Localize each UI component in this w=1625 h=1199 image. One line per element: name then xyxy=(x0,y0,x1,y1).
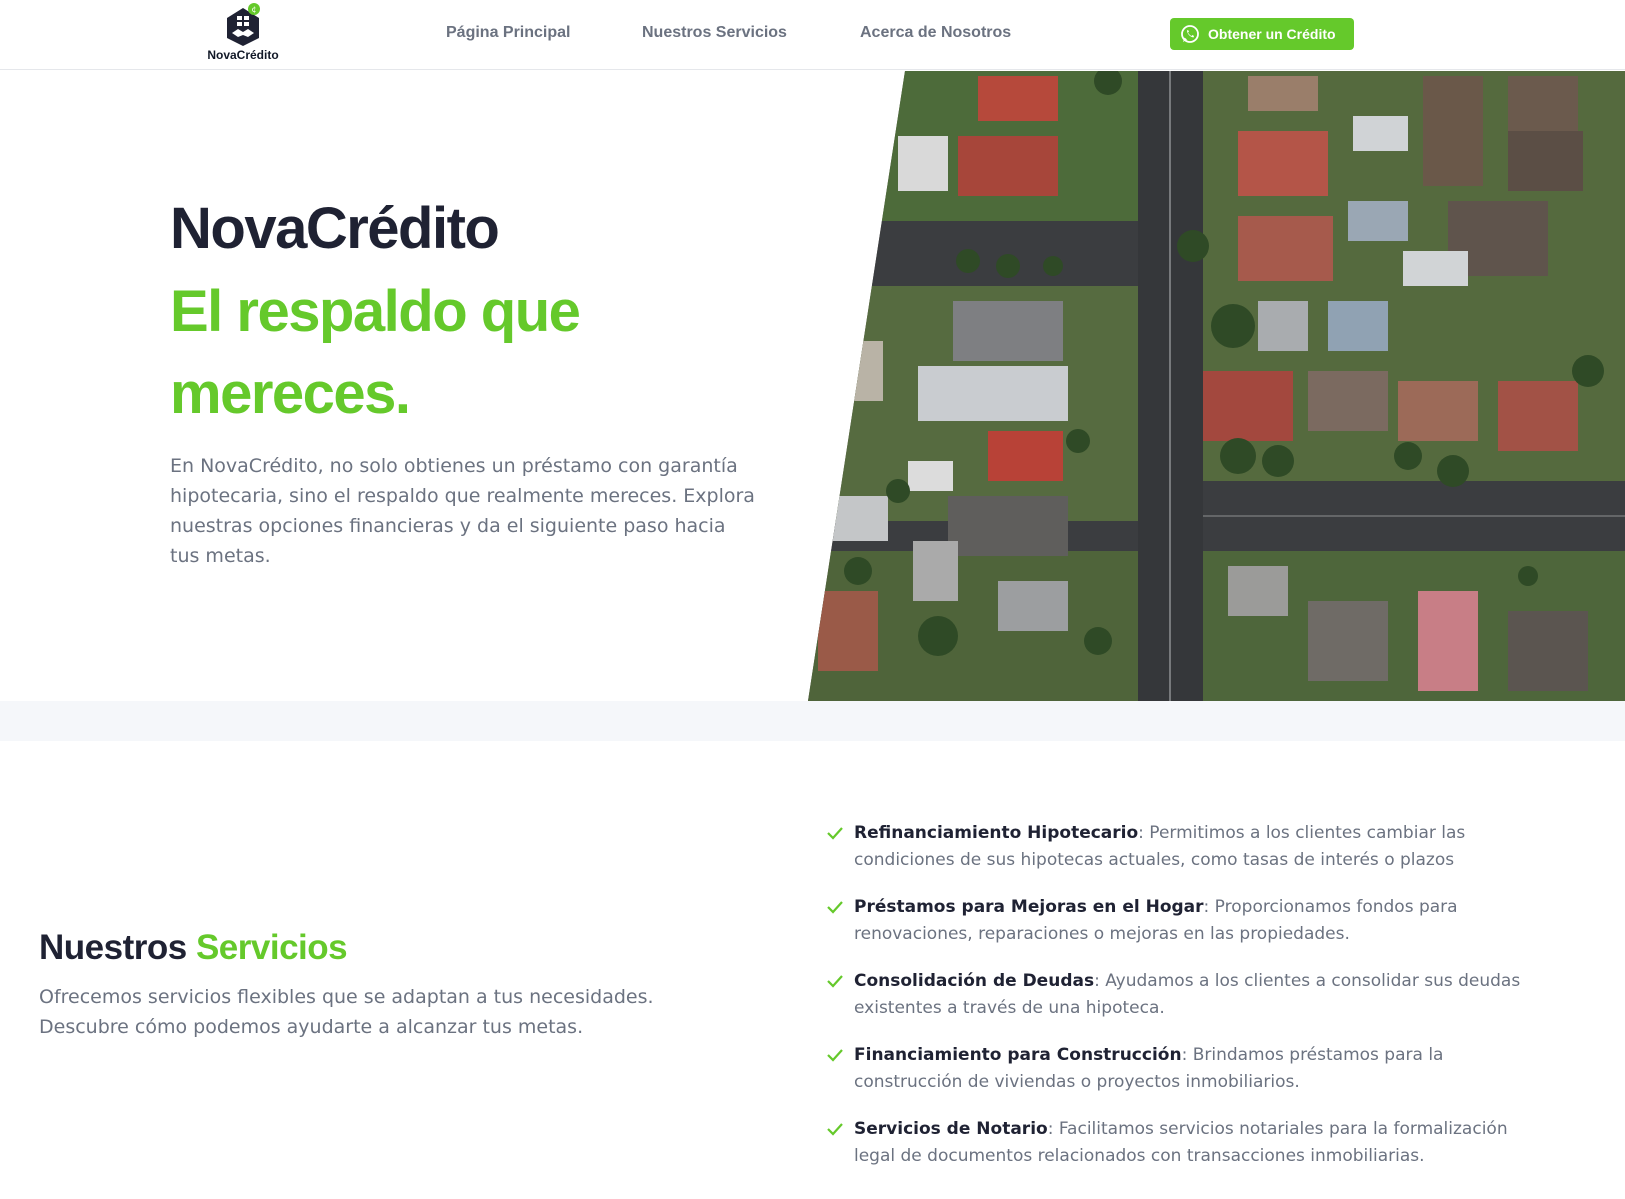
hero-title: NovaCrédito xyxy=(170,196,500,261)
list-item: Servicios de Notario: Facilitamos servic… xyxy=(827,1116,1527,1170)
service-name: Consolidación de Deudas xyxy=(854,971,1095,991)
services-title: Nuestros Servicios xyxy=(39,928,348,968)
hero-description: En NovaCrédito, no solo obtienes un prés… xyxy=(170,455,755,567)
check-icon xyxy=(827,901,843,914)
site-header: ¢ NovaCrédito Página Principal Nuestros … xyxy=(0,0,1625,70)
check-icon xyxy=(827,1123,843,1136)
svg-text:¢: ¢ xyxy=(251,5,256,14)
hero-subtitle: El respaldo que mereces. xyxy=(170,279,581,426)
service-name: Préstamos para Mejoras en el Hogar xyxy=(854,897,1204,917)
services-title-main: Nuestros xyxy=(39,928,187,967)
list-item: Financiamiento para Construcción: Brinda… xyxy=(827,1042,1527,1096)
service-name: Financiamiento para Construcción xyxy=(854,1045,1182,1065)
whatsapp-icon xyxy=(1181,25,1199,43)
aerial-neighborhood-image xyxy=(808,71,1625,701)
house-handshake-logo-icon: ¢ xyxy=(223,2,263,46)
logo-text: NovaCrédito xyxy=(207,48,279,62)
nav-about-link[interactable]: Acerca de Nosotros xyxy=(860,24,1011,42)
hero-section: NovaCrédito El respaldo que mereces. En … xyxy=(0,71,1625,701)
list-item: Refinanciamiento Hipotecario: Permitimos… xyxy=(827,820,1527,874)
section-divider-band xyxy=(0,701,1625,741)
nav-home-link[interactable]: Página Principal xyxy=(446,24,570,42)
list-item: Consolidación de Deudas: Ayudamos a los … xyxy=(827,968,1527,1022)
nav-services-link[interactable]: Nuestros Servicios xyxy=(642,24,787,42)
service-name: Refinanciamiento Hipotecario xyxy=(854,823,1139,843)
check-icon xyxy=(827,975,843,988)
logo[interactable]: ¢ NovaCrédito xyxy=(198,2,288,68)
check-icon xyxy=(827,827,843,840)
service-name: Servicios de Notario xyxy=(854,1119,1048,1139)
services-description: Ofrecemos servicios flexibles que se ada… xyxy=(39,986,654,1038)
check-icon xyxy=(827,1049,843,1062)
get-credit-label: Obtener un Crédito xyxy=(1208,26,1336,42)
get-credit-button[interactable]: Obtener un Crédito xyxy=(1170,18,1354,50)
list-item: Préstamos para Mejoras en el Hogar: Prop… xyxy=(827,894,1527,948)
services-title-accent: Servicios xyxy=(195,928,348,967)
services-list: Refinanciamiento Hipotecario: Permitimos… xyxy=(827,820,1527,1190)
